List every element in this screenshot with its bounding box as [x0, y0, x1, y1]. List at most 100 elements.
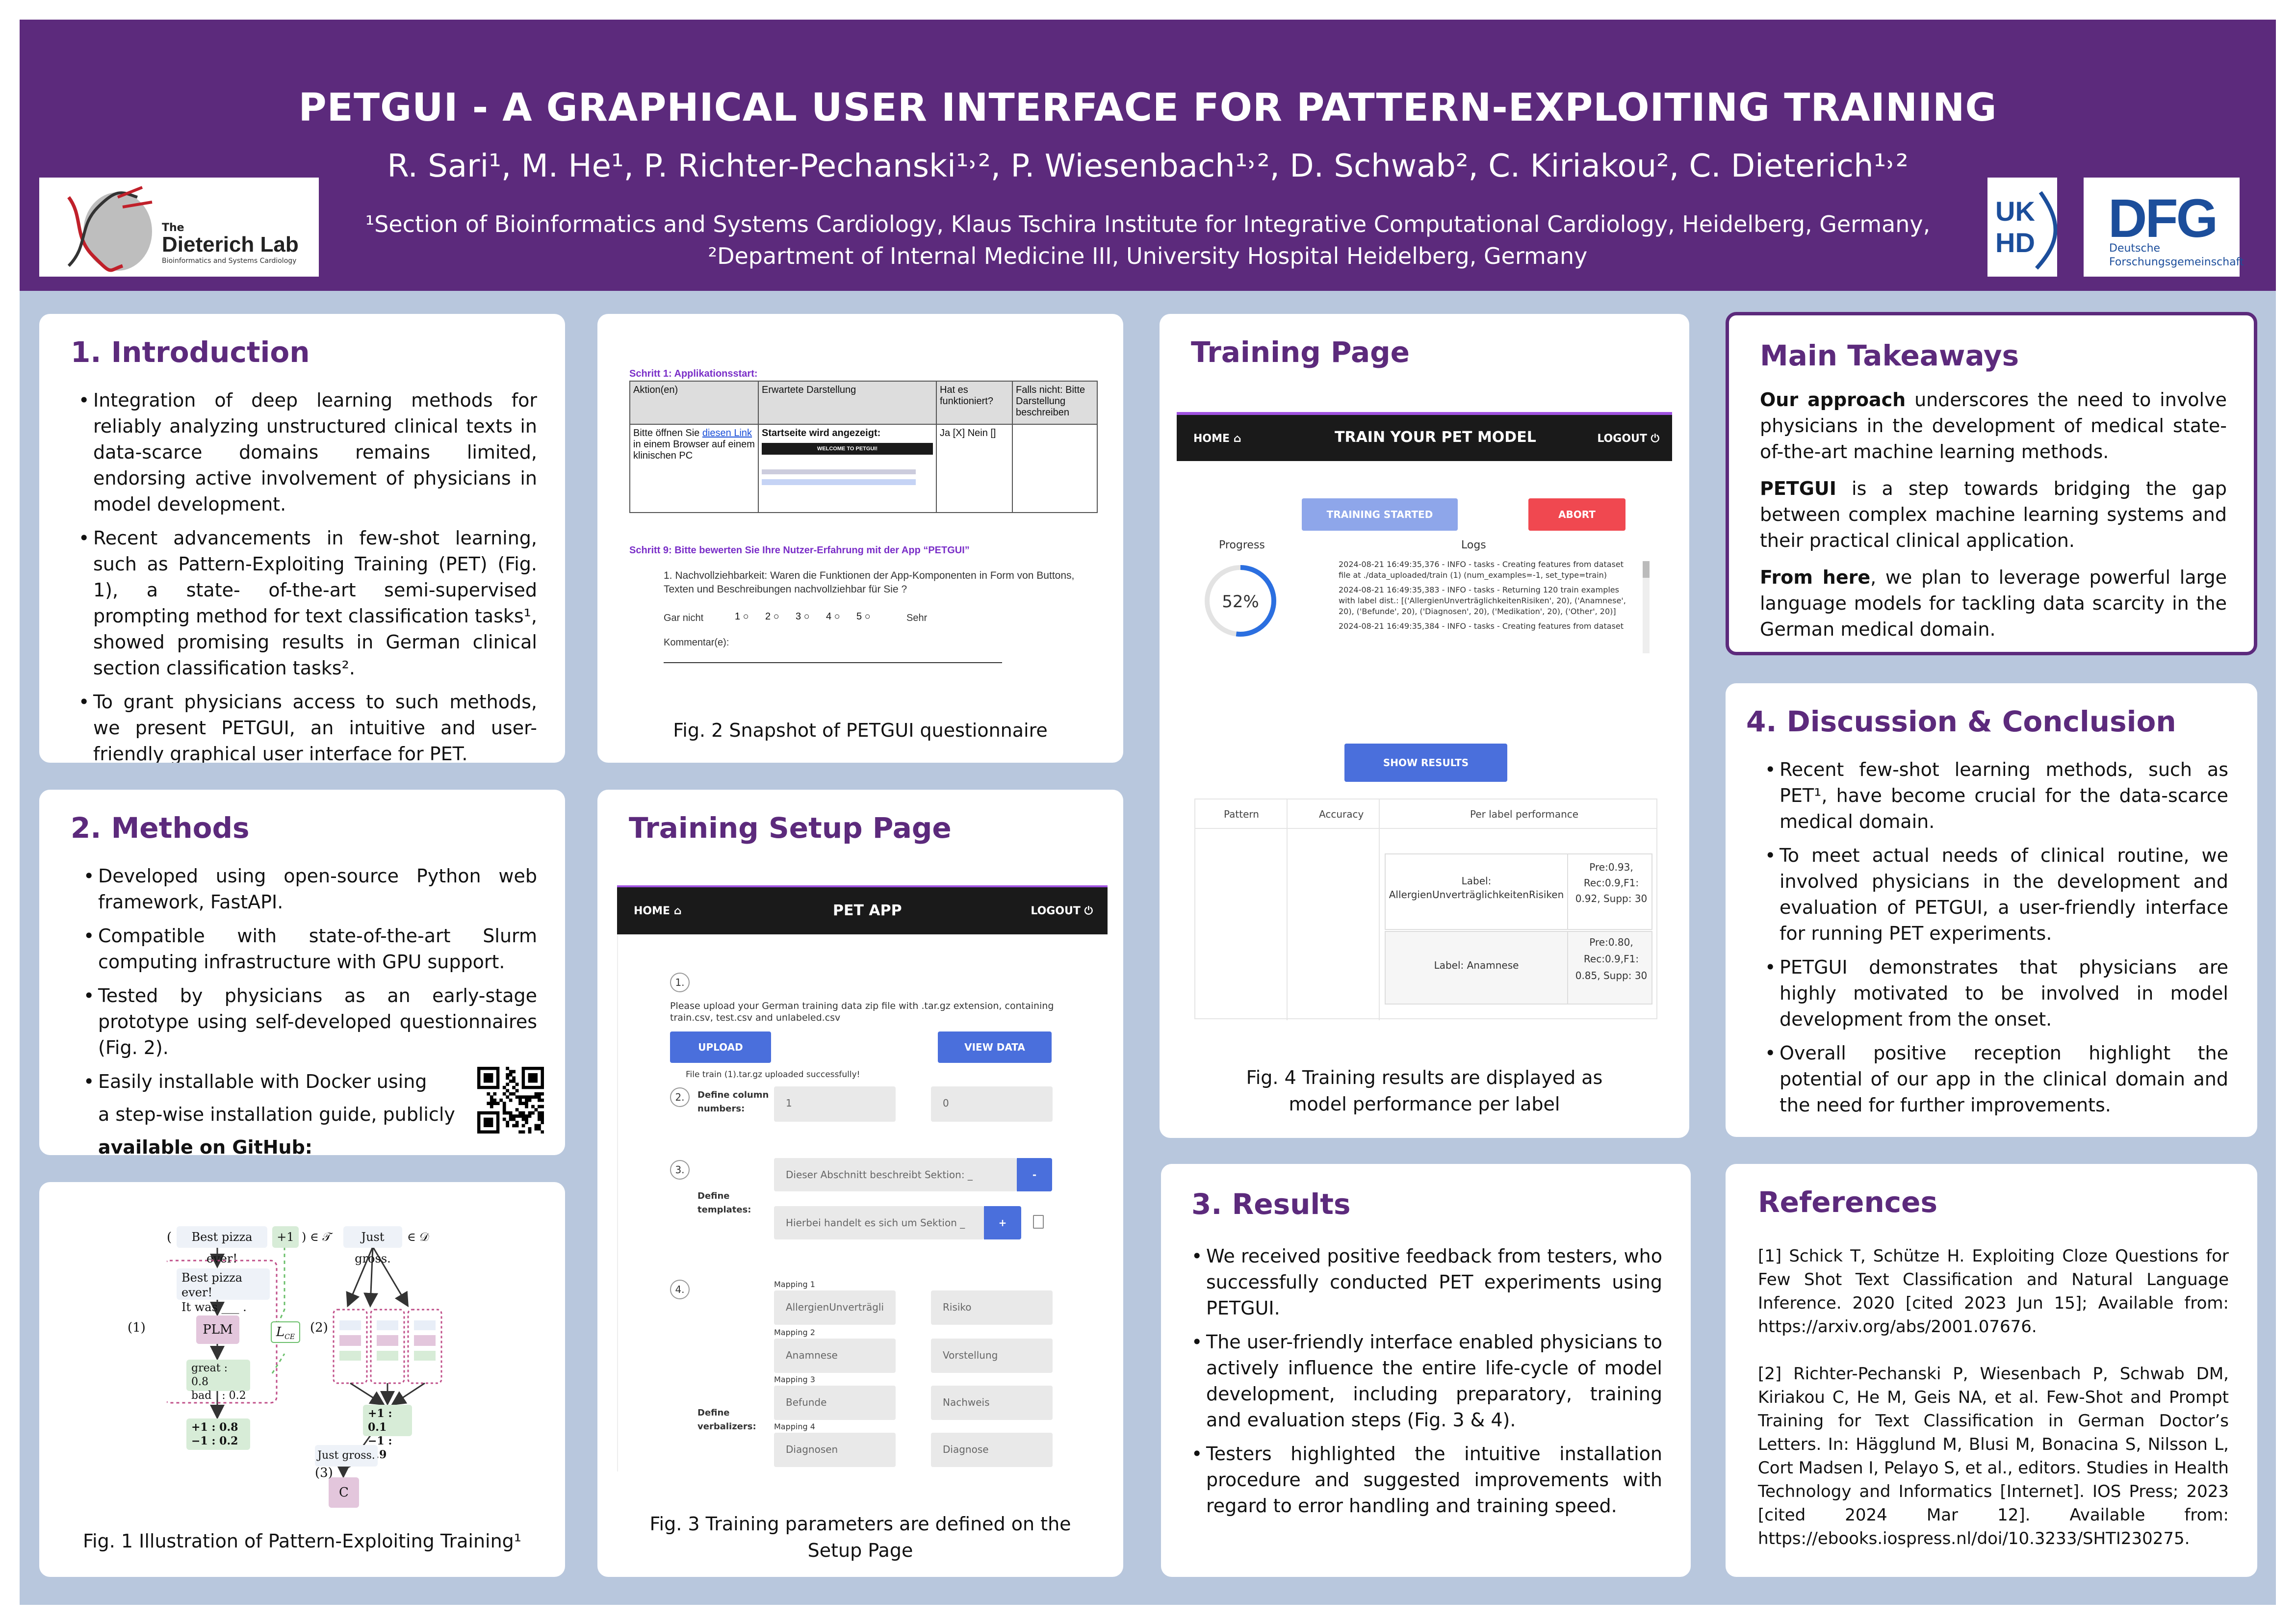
training-page-card: Training Page HOME ⌂ TRAIN YOUR PET MODE…	[1160, 314, 1689, 1138]
rating-option-1[interactable]: 1 ○	[735, 611, 749, 622]
questionnaire-table: Aktion(en) Erwartete Darstellung Hat es …	[629, 381, 1098, 513]
results-table: Pattern Accuracy Per label performance L…	[1194, 799, 1657, 1020]
abort-button[interactable]: ABORT	[1528, 498, 1625, 531]
fig3-caption: Fig. 3 Training parameters are defined o…	[649, 1513, 1071, 1561]
loss-ce-box: LCE	[271, 1321, 300, 1343]
pet-diagram: ( Best pizza ever! +1 ) ∈ 𝒯 Just gross. …	[128, 1226, 471, 1530]
ensemble-probs: +1 : 0.1−1 : 0.9	[363, 1405, 412, 1461]
unlabeled-example: Just gross.	[343, 1226, 402, 1265]
fig2-caption: Fig. 2 Snapshot of PETGUI questionnaire	[673, 720, 1048, 741]
references-card: References [1] Schick T, Schütze H. Expl…	[1726, 1164, 2257, 1577]
results-bullet-3: Testers highlighted the intuitive instal…	[1191, 1441, 1662, 1519]
nav-home-link[interactable]: HOME ⌂	[634, 905, 681, 917]
introduction-card: 1. Introduction Integration of deep lear…	[39, 314, 565, 763]
mapping-3-verbalizer-input[interactable]: Nachweis	[931, 1386, 1053, 1420]
welcome-banner: WELCOME TO PETGUI!	[762, 443, 933, 455]
logo-text-sub: Bioinformatics and Systems Cardiology	[162, 257, 297, 265]
step-4-marker: 4.	[670, 1280, 690, 1299]
verbalizer-probs: great : 0.8 bad : 0.2	[186, 1360, 250, 1402]
column-input-2[interactable]: 0	[931, 1086, 1053, 1122]
nav-title: PET APP	[833, 902, 902, 919]
define-verbalizers-label: Define verbalizers:	[697, 1408, 756, 1432]
rating-option-4[interactable]: 4 ○	[826, 611, 840, 622]
mapping-3-label-input[interactable]: Befunde	[774, 1386, 896, 1420]
label-row-1: Label: AllergienUnverträglichkeitenRisik…	[1385, 853, 1652, 930]
show-results-button[interactable]: SHOW RESULTS	[1344, 744, 1507, 782]
setup-page-heading: Training Setup Page	[629, 811, 952, 845]
fig1-caption: Fig. 1 Illustration of Pattern-Exploitin…	[82, 1530, 522, 1552]
mapping-4-label-input[interactable]: Diagnosen	[774, 1433, 896, 1467]
progress-label: Progress	[1219, 539, 1265, 551]
methods-bullet-1: Developed using open-source Python web f…	[83, 863, 537, 915]
scale-gar-nicht: Gar nicht	[664, 613, 704, 623]
training-navbar: HOME ⌂ TRAIN YOUR PET MODEL LOGOUT ⏻	[1177, 415, 1672, 461]
view-data-button[interactable]: VIEW DATA	[938, 1031, 1052, 1063]
poster-title: PETGUI - A GRAPHICAL USER INTERFACE FOR …	[298, 86, 1997, 130]
mapping-1-verbalizer-input[interactable]: Risiko	[931, 1290, 1053, 1325]
mapping-4-verbalizer-input[interactable]: Diagnose	[931, 1433, 1053, 1467]
mapping-2-verbalizer-input[interactable]: Vorstellung	[931, 1339, 1053, 1373]
step-1-marker: 1.	[670, 973, 690, 992]
template-input-2[interactable]: Hierbei handelt es sich um Sektion _	[774, 1206, 984, 1239]
mapping-2-label-input[interactable]: Anamnese	[774, 1339, 896, 1373]
step9-heading: Schritt 9: Bitte bewerten Sie Ihre Nutze…	[629, 545, 970, 556]
rating-option-3[interactable]: 3 ○	[796, 611, 810, 622]
intro-bullet-3: To grant physicians access to such metho…	[78, 689, 537, 763]
label-plus1: +1	[272, 1226, 299, 1248]
setup-page-card: Training Setup Page HOME ⌂ PET APP LOGOU…	[597, 790, 1123, 1577]
questionnaire-link[interactable]: diesen Link	[702, 428, 752, 438]
nav-logout-link[interactable]: LOGOUT ⏻	[1597, 433, 1659, 445]
upload-button[interactable]: UPLOAD	[670, 1031, 771, 1063]
discussion-bullet-2: To meet actual needs of clinical routine…	[1765, 843, 2228, 947]
discussion-card: 4. Discussion & Conclusion Recent few-sh…	[1726, 683, 2257, 1137]
mapping-1-label-input[interactable]: AllergienUnverträgli	[774, 1290, 896, 1325]
results-card: 3. Results We received positive feedback…	[1161, 1164, 1691, 1577]
reference-1: [1] Schick T, Schütze H. Exploiting Cloz…	[1758, 1246, 2229, 1337]
progress-percentage: 52%	[1222, 592, 1259, 612]
rating-scale: 1 ○ 2 ○ 3 ○ 4 ○ 5 ○	[735, 611, 882, 626]
logs-scrollbar[interactable]	[1643, 561, 1650, 653]
upload-instructions: Please upload your German training data …	[670, 1001, 1054, 1023]
methods-bullet-4: Easily installable with Docker using a s…	[83, 1069, 537, 1155]
add-template-button[interactable]: +	[984, 1206, 1021, 1239]
discussion-bullets: Recent few-shot learning methods, such a…	[1765, 757, 2228, 1126]
pattern-box: Best pizza ever! It was ___ .	[177, 1268, 270, 1314]
nav-logout-link[interactable]: LOGOUT ⏻	[1031, 905, 1093, 917]
define-templates-label: Define templates:	[697, 1191, 751, 1215]
logs-panel[interactable]: 2024-08-21 16:49:35,376 - INFO - tasks -…	[1324, 559, 1638, 653]
intro-bullet-1: Integration of deep learning methods for…	[78, 387, 537, 517]
remove-template-button[interactable]: -	[1017, 1158, 1052, 1191]
github-qr-code[interactable]	[477, 1067, 544, 1134]
comment-label: Kommentar(e):	[664, 637, 729, 648]
reference-2: [2] Richter-Pechanski P, Wiesenbach P, S…	[1758, 1364, 2229, 1548]
column-input-1[interactable]: 1	[774, 1086, 896, 1122]
methods-bullet-3: Tested by physicians as an early-stage p…	[83, 983, 537, 1061]
upload-success-message: File train (1).tar.gz uploaded successfu…	[686, 1070, 860, 1080]
nav-home-link[interactable]: HOME ⌂	[1193, 433, 1241, 445]
affiliation-1: ¹Section of Bioinformatics and Systems C…	[365, 211, 1931, 237]
main-takeaways-card: Main Takeaways Our approach underscores …	[1726, 312, 2257, 655]
question-1: 1. Nachvollziehbarkeit: Waren die Funkti…	[664, 570, 1075, 595]
author-list: R. Sari¹, M. He¹, P. Richter-Pechanski¹˒…	[387, 148, 1909, 184]
pet-illustration-card: ( Best pizza ever! +1 ) ∈ 𝒯 Just gross. …	[39, 1182, 565, 1577]
trash-icon[interactable]	[1033, 1215, 1044, 1229]
rating-option-5[interactable]: 5 ○	[856, 611, 871, 622]
takeaway-3: From here, we plan to leverage powerful …	[1760, 567, 2227, 640]
methods-card: 2. Methods Developed using open-source P…	[39, 790, 565, 1155]
logo-text-dieterich: Dieterich Lab	[162, 232, 299, 257]
affiliation-2: ²Department of Internal Medicine III, Un…	[708, 243, 1588, 269]
template-input-1[interactable]: Dieser Abschnitt beschreibt Sektion: _	[774, 1158, 1017, 1191]
results-bullets: We received positive feedback from teste…	[1191, 1243, 1662, 1527]
intro-bullet-2: Recent advancements in few-shot learning…	[78, 525, 537, 681]
dfg-logo: DFG Deutsche Forschungsgemeinschaft	[2084, 178, 2244, 277]
introduction-heading: 1. Introduction	[71, 335, 310, 369]
define-columns-label: Define column numbers:	[697, 1090, 769, 1114]
rating-option-2[interactable]: 2 ○	[765, 611, 779, 622]
training-page-mockup: HOME ⌂ TRAIN YOUR PET MODEL LOGOUT ⏻ TRA…	[1177, 412, 1672, 1025]
training-started-button[interactable]: TRAINING STARTED	[1302, 498, 1458, 531]
discussion-bullet-3: PETGUI demonstrates that physicians are …	[1765, 954, 2228, 1032]
qr-pattern	[477, 1067, 544, 1134]
classifier-box: C	[329, 1477, 359, 1508]
setup-page-mockup: HOME ⌂ PET APP LOGOUT ⏻ 1. Please upload…	[617, 885, 1108, 1471]
labeled-example: Best pizza ever!	[177, 1226, 267, 1265]
